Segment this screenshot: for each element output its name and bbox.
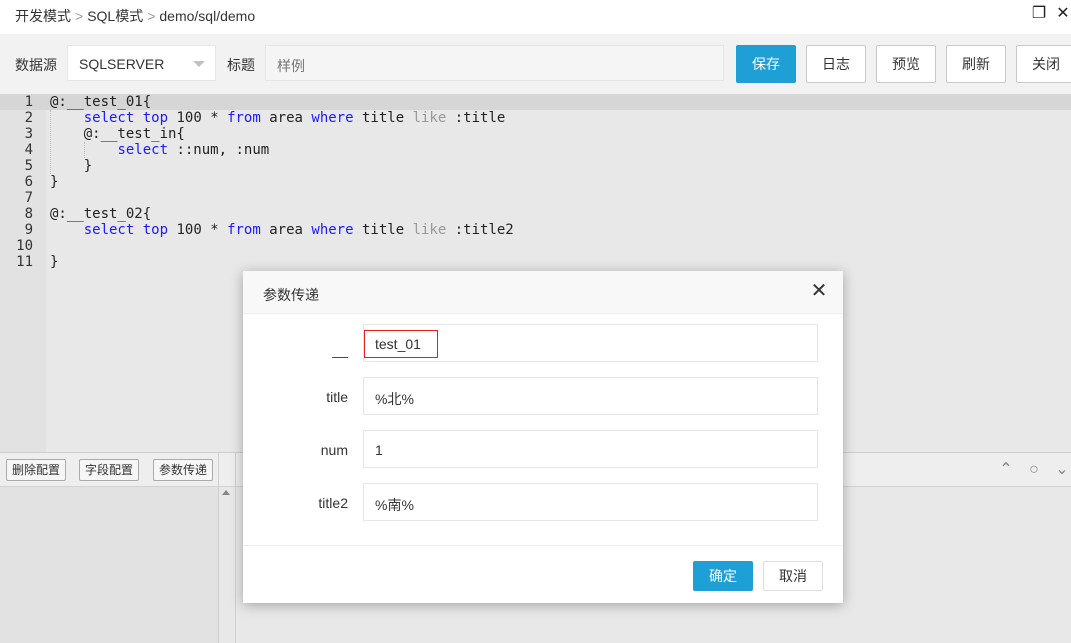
field-label: __ <box>332 342 348 358</box>
highlight-box <box>364 330 438 358</box>
param-input[interactable]: test_01 <box>363 324 818 362</box>
param-input[interactable]: %南% <box>363 483 818 521</box>
param-value: %北% <box>375 391 414 407</box>
cancel-button[interactable]: 取消 <box>763 561 823 591</box>
dialog-divider <box>243 545 843 546</box>
field-label: num <box>320 442 348 458</box>
confirm-button[interactable]: 确定 <box>693 561 753 591</box>
param-input[interactable]: %北% <box>363 377 818 415</box>
param-value: 1 <box>375 442 383 458</box>
field-label: title2 <box>318 495 348 511</box>
close-icon[interactable]: ✕ <box>809 281 829 301</box>
param-value: %南% <box>375 497 414 513</box>
dialog-title: 参数传递 <box>263 287 319 303</box>
param-input[interactable]: 1 <box>363 430 818 468</box>
field-label: title <box>326 389 348 405</box>
dialog-header: 参数传递 ✕ <box>243 271 843 314</box>
param-dialog: 参数传递 ✕ __ test_01 title %北% num 1 title2… <box>243 271 843 603</box>
